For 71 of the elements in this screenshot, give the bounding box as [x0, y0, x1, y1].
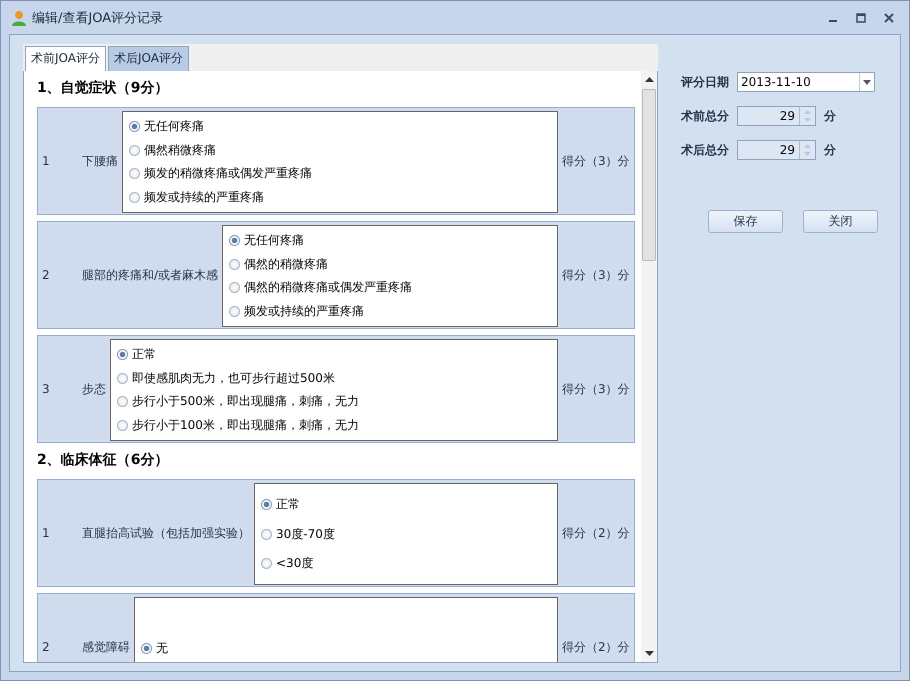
item-score: 得分（3）分 — [561, 380, 631, 398]
radio-option[interactable]: 频发或持续的严重疼痛 — [129, 188, 264, 206]
radio-button[interactable] — [117, 396, 128, 408]
item-score: 得分（2）分 — [561, 524, 631, 542]
radio-option[interactable]: 频发的稍微疼痛或偶发严重疼痛 — [129, 165, 312, 182]
radio-option[interactable]: 无任何疼痛 — [229, 232, 304, 250]
pre-total-spinner[interactable]: 29 — [737, 106, 816, 126]
post-total-spinner[interactable]: 29 — [737, 140, 816, 160]
radio-button[interactable] — [261, 528, 272, 540]
scrollbar[interactable] — [641, 71, 657, 662]
person-icon — [11, 10, 27, 26]
item-score: 得分（3）分 — [561, 266, 631, 284]
item-label: 下腰痛 — [82, 152, 119, 170]
radio-option[interactable]: 正常 — [261, 496, 300, 514]
item-number: 1 — [42, 526, 51, 540]
scroll-up-icon[interactable] — [644, 77, 654, 83]
item-label: 直腿抬高试验（包括加强实验） — [82, 524, 251, 542]
scroll-down-icon[interactable] — [644, 650, 654, 656]
spinner-arrows-icon — [804, 109, 811, 123]
radio-button[interactable] — [261, 558, 272, 569]
item-label: 腿部的疼痛和/或者麻木感 — [82, 266, 220, 284]
radio-button[interactable] — [229, 258, 240, 270]
radio-option[interactable]: 无任何疼痛 — [129, 118, 204, 136]
item-score: 得分（2）分 — [561, 638, 631, 656]
date-label: 评分日期 — [681, 74, 730, 90]
close-icon[interactable] — [883, 12, 895, 22]
radio-button[interactable] — [129, 168, 140, 180]
caret-icon — [863, 80, 871, 84]
maximize-icon[interactable] — [855, 12, 867, 22]
action-button[interactable]: 保存 — [708, 210, 783, 233]
spinner-arrows-icon — [804, 143, 811, 157]
action-button[interactable]: 关闭 — [803, 210, 878, 233]
date-dropdown[interactable]: 2013-11-10 — [737, 72, 875, 92]
radio-button[interactable] — [229, 282, 240, 294]
unit-label: 分 — [822, 108, 836, 124]
radio-option[interactable]: 偶然的稍微疼痛或偶发严重疼痛 — [229, 279, 412, 296]
radio-button[interactable] — [117, 349, 128, 360]
radio-option[interactable]: 偶然的稍微疼痛 — [229, 256, 328, 273]
radio-button[interactable] — [129, 192, 140, 203]
item-label: 步态 — [82, 380, 107, 398]
radio-option[interactable]: <30度 — [261, 554, 314, 572]
radio-button[interactable] — [117, 372, 128, 384]
item-number: 2 — [42, 268, 51, 282]
radio-option[interactable]: 步行小于500米，即出现腿痛，刺痛，无力 — [117, 393, 359, 410]
item-number: 3 — [42, 382, 51, 396]
post-total-label: 术后总分 — [681, 142, 730, 158]
radio-button[interactable] — [129, 144, 140, 156]
radio-button[interactable] — [261, 499, 272, 510]
radio-option[interactable]: 即使感肌肉无力，也可步行超过500米 — [117, 370, 335, 387]
radio-button[interactable] — [229, 235, 240, 246]
tab[interactable]: 术后JOA评分 — [108, 46, 189, 71]
item-number: 2 — [42, 640, 51, 654]
window-title: 编辑/查看JOA评分记录 — [32, 10, 164, 26]
radio-option[interactable]: 频发或持续的严重疼痛 — [229, 302, 364, 320]
item-label: 感觉障碍 — [82, 638, 131, 656]
radio-button[interactable] — [129, 121, 140, 132]
radio-option[interactable]: 正常 — [117, 346, 156, 364]
pre-total-label: 术前总分 — [681, 108, 730, 124]
radio-button[interactable] — [229, 306, 240, 317]
radio-button[interactable] — [141, 642, 152, 654]
radio-option[interactable]: 步行小于100米，即出现腿痛，刺痛，无力 — [117, 416, 359, 434]
item-number: 1 — [42, 154, 51, 168]
tab[interactable]: 术前JOA评分 — [25, 46, 106, 71]
section-heading: 1、自觉症状（9分） — [37, 79, 170, 98]
section-heading: 2、临床体征（6分） — [37, 450, 170, 470]
unit-label: 分 — [822, 142, 836, 158]
radio-option[interactable]: 偶然稍微疼痛 — [129, 142, 216, 159]
radio-option[interactable]: 30度-70度 — [261, 526, 335, 542]
radio-button[interactable] — [117, 420, 128, 431]
radio-option[interactable]: 无 — [141, 640, 168, 656]
item-score: 得分（3）分 — [561, 152, 631, 170]
